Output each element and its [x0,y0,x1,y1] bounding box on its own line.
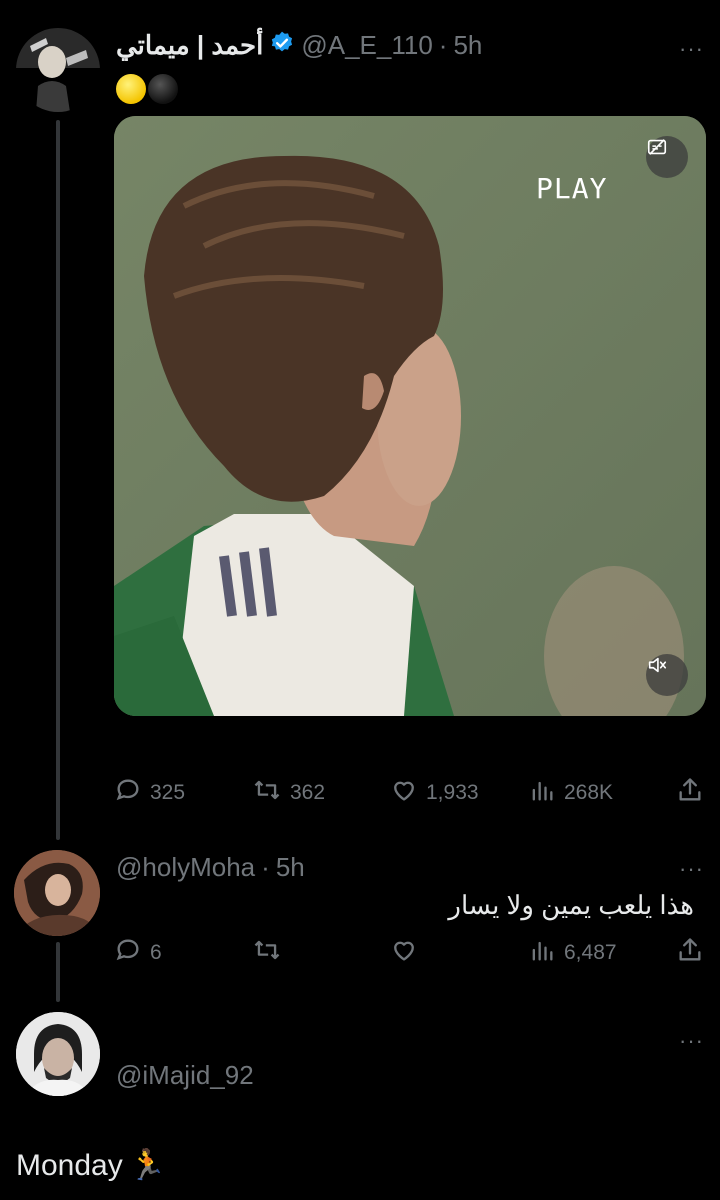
share-icon [676,936,704,970]
share-button[interactable] [676,936,704,970]
share-icon [676,776,704,810]
reply2-text: Monday [16,1148,123,1182]
avatar[interactable] [16,28,100,112]
reply-count: 325 [150,781,186,804]
more-options-icon[interactable]: ··· [679,38,704,60]
black-circle-icon [148,74,178,104]
reply-icon [114,936,142,970]
yellow-circle-icon [116,74,146,104]
views-count: 6,487 [564,941,617,964]
like-button[interactable] [390,936,528,970]
thread-connector [56,942,60,1002]
like-button[interactable]: 1,933 [390,776,528,810]
timestamp[interactable]: 5h [453,30,482,61]
repost-icon [252,776,282,810]
reply2-body: Monday 🏃 [16,1148,166,1183]
running-person-icon: 🏃 [128,1149,167,1182]
tweet-header: أحمد | ميماتي @A_E_110 · 5h [116,30,482,61]
views-chart-icon [528,936,556,970]
reply2-header: @iMajid_92 [116,1060,254,1091]
author-name[interactable]: أحمد | ميماتي [116,30,263,61]
share-button[interactable] [676,776,704,810]
more-options-icon[interactable]: ··· [679,1030,704,1052]
like-count: 1,933 [426,781,479,804]
reply2-handle[interactable]: @iMajid_92 [116,1060,254,1091]
mute-button[interactable] [646,654,688,696]
views-chart-icon [528,776,556,810]
heart-icon [390,936,418,970]
video-overlay-text: PLAY [536,172,608,205]
author-handle[interactable]: @A_E_110 [301,30,432,61]
thread-connector [56,120,60,840]
repost-count: 362 [290,781,326,804]
avatar[interactable] [14,850,100,936]
reply-button[interactable]: 325 [114,776,252,810]
separator-dot: · [261,852,270,882]
separator-dot: · [438,30,448,60]
views-button[interactable]: 268K [528,776,670,810]
views-button[interactable]: 6,487 [528,936,670,970]
reply-button[interactable]: 6 [114,936,252,970]
verified-badge-icon [269,30,295,61]
repost-icon [252,936,282,970]
repost-button[interactable]: 362 [252,776,390,810]
reply-icon [114,776,142,810]
reply-header: @holyMoha · 5h [116,852,305,883]
reply-handle[interactable]: @holyMoha [116,852,255,883]
timestamp[interactable]: 5h [276,852,305,883]
repost-button[interactable] [252,936,390,970]
video-frame [114,116,706,716]
heart-icon [390,776,418,810]
more-options-icon[interactable]: ··· [679,858,704,880]
reply-actions: 6 6,487 [114,936,704,970]
views-count: 268K [564,781,614,804]
reply-count: 6 [150,941,162,964]
name-emojis [116,74,178,104]
reply-body: هذا يلعب يمين ولا يسار [448,890,694,920]
video-player[interactable]: PLAY [114,116,706,716]
avatar[interactable] [16,1012,100,1096]
captions-button[interactable] [646,136,688,178]
tweet-actions: 325 362 1,933 268K [114,776,704,810]
